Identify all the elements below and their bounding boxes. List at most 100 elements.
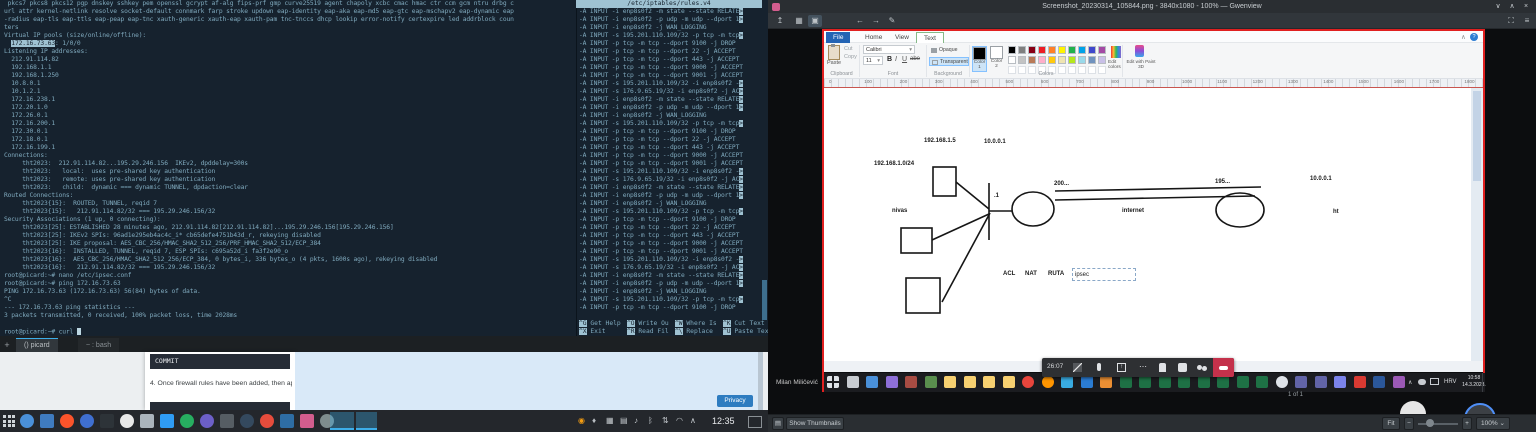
gwenview-toolbar[interactable]: ↥ ▦ ▣ ← → ✎ ⛶ ≡ <box>768 13 1536 29</box>
edit-icon[interactable]: ✎ <box>885 15 899 27</box>
display-tray-icon[interactable] <box>1430 378 1439 385</box>
gwenview-icon[interactable] <box>300 414 314 428</box>
fullscreen-icon[interactable]: ⛶ <box>1504 15 1518 27</box>
show-desktop-button[interactable] <box>1482 373 1485 392</box>
maximize-button[interactable]: ∧ <box>1506 0 1518 13</box>
more-options-icon[interactable]: ⋯ <box>1139 363 1148 372</box>
diagram-ipsec-textbox[interactable]: ipsec <box>1072 268 1136 281</box>
hangup-button[interactable] <box>1213 358 1234 377</box>
back-icon[interactable]: ← <box>853 15 867 27</box>
zoom-fit-button[interactable]: Fit <box>1382 417 1400 430</box>
palette-color[interactable] <box>1078 56 1086 64</box>
start-icon[interactable] <box>827 376 839 388</box>
bold-button[interactable]: B <box>887 56 892 63</box>
app-circle-icon[interactable] <box>1276 376 1288 388</box>
nano-shortcut[interactable]: ^U Paste Tex <box>723 328 768 336</box>
palette-color[interactable] <box>1068 46 1076 54</box>
palette-color[interactable] <box>1018 46 1026 54</box>
brave-icon[interactable] <box>60 414 74 428</box>
folder-icon[interactable] <box>964 376 976 388</box>
underline-button[interactable]: U <box>902 56 907 63</box>
gwenview-image-view[interactable]: Milan Miličević File Home View Text ∧ ? … <box>768 29 1536 414</box>
folder-icon[interactable] <box>944 376 956 388</box>
teams-call-bar[interactable]: 26:07 ↑ ⋯ <box>1042 358 1234 377</box>
palette-color[interactable] <box>1028 56 1036 64</box>
chrome-icon[interactable] <box>1022 376 1034 388</box>
app-launcher-icon[interactable] <box>3 415 15 427</box>
zoom-out-button[interactable]: − <box>1404 417 1414 430</box>
network-tray-icon[interactable]: ⇅ <box>662 415 669 427</box>
raise-hand-icon[interactable] <box>1159 363 1166 372</box>
excel-icon[interactable] <box>1237 376 1249 388</box>
display-tray-icon[interactable]: ▦ <box>606 415 614 427</box>
palette-color[interactable] <box>1078 46 1086 54</box>
palette-color[interactable] <box>1068 56 1076 64</box>
teams-icon[interactable] <box>1334 376 1346 388</box>
clipboard-tray-icon[interactable]: ▤ <box>620 415 628 427</box>
nano-shortcut[interactable]: ^W Where Is <box>675 320 717 328</box>
folder-icon[interactable] <box>1003 376 1015 388</box>
doc-app-icon[interactable] <box>866 376 878 388</box>
cut-label[interactable]: Cut <box>844 46 853 52</box>
color1-well[interactable]: Color 1 <box>972 46 987 72</box>
thumbnail-bar-icon[interactable]: ▤ <box>772 417 784 430</box>
task-button[interactable] <box>356 412 377 430</box>
tray-caret-icon[interactable]: ∧ <box>1408 379 1412 386</box>
notes-app-icon[interactable] <box>925 376 937 388</box>
chat-icon[interactable] <box>1178 363 1187 372</box>
word-icon[interactable] <box>1373 376 1385 388</box>
sidebar-icon[interactable]: ≡ <box>1520 15 1534 27</box>
share-icon[interactable]: ↥ <box>773 15 787 27</box>
media-app-icon[interactable] <box>905 376 917 388</box>
nano-shortcut[interactable]: ^\ Replace <box>675 328 713 336</box>
paint3d-icon[interactable] <box>1135 45 1144 57</box>
teams-icon[interactable] <box>1295 376 1307 388</box>
new-tab-button[interactable]: + <box>2 340 12 350</box>
ie-icon[interactable] <box>1061 376 1073 388</box>
copy-label[interactable]: Copy <box>844 54 857 60</box>
browse-mode-icon[interactable]: ▦ <box>792 15 806 27</box>
paint-tab-view[interactable]: View <box>888 32 916 43</box>
color2-well[interactable]: Color 2 <box>989 46 1004 72</box>
palette-color[interactable] <box>1038 46 1046 54</box>
excel-icon[interactable] <box>1159 376 1171 388</box>
mic-icon[interactable] <box>1097 363 1101 371</box>
green-app-icon[interactable] <box>180 414 194 428</box>
show-thumbnails-button[interactable]: Show Thumbnails <box>786 417 844 430</box>
paint-tab-text[interactable]: Text <box>916 32 944 43</box>
purple-app-icon[interactable] <box>886 376 898 388</box>
document-window[interactable]: COMMIT 4. Once firewall rules have been … <box>145 352 295 410</box>
canvas-scrollbar-thumb[interactable] <box>1473 91 1481 181</box>
chat-icon[interactable] <box>80 414 94 428</box>
nano-scrollbar[interactable] <box>762 280 767 320</box>
help-icon[interactable]: ? <box>1470 33 1478 41</box>
zoom-in-button[interactable]: + <box>1462 417 1472 430</box>
palette-color[interactable] <box>1048 46 1056 54</box>
opaque-option[interactable]: Opaque <box>929 46 969 55</box>
terminal-tab-bash[interactable]: ~ : bash <box>78 338 119 352</box>
teams-icon[interactable] <box>1315 376 1327 388</box>
panel-scrollbar[interactable] <box>758 352 763 410</box>
participants-icon[interactable] <box>1197 365 1202 370</box>
expand-tray-icon[interactable]: ∧ <box>690 415 696 427</box>
palette-color[interactable] <box>1038 56 1046 64</box>
excel-icon[interactable] <box>1256 376 1268 388</box>
paint-canvas[interactable]: 192.168.1.5 10.0.0.1 192.168.1.0/24 niva… <box>824 88 1471 361</box>
privacy-button[interactable]: Privacy <box>717 395 753 407</box>
grid-app-icon[interactable] <box>220 414 234 428</box>
zoom-level-select[interactable]: 100% ⌄ <box>1476 417 1510 430</box>
excel-icon[interactable] <box>1139 376 1151 388</box>
pager-icon[interactable] <box>748 416 762 428</box>
folder-icon[interactable] <box>983 376 995 388</box>
emoji-tray-icon[interactable]: ◉ <box>578 415 585 427</box>
zoom-slider-track[interactable] <box>1418 423 1458 425</box>
excel-icon[interactable] <box>1178 376 1190 388</box>
file-manager-icon[interactable] <box>40 414 54 428</box>
edit-colors-icon[interactable] <box>1111 46 1121 58</box>
palette-color[interactable] <box>1028 46 1036 54</box>
share-nodes-icon[interactable] <box>200 414 214 428</box>
settings-icon[interactable] <box>120 414 134 428</box>
zoom-slider-knob[interactable] <box>1426 419 1434 427</box>
palette-color[interactable] <box>1008 56 1016 64</box>
browser-icon[interactable] <box>20 414 34 428</box>
